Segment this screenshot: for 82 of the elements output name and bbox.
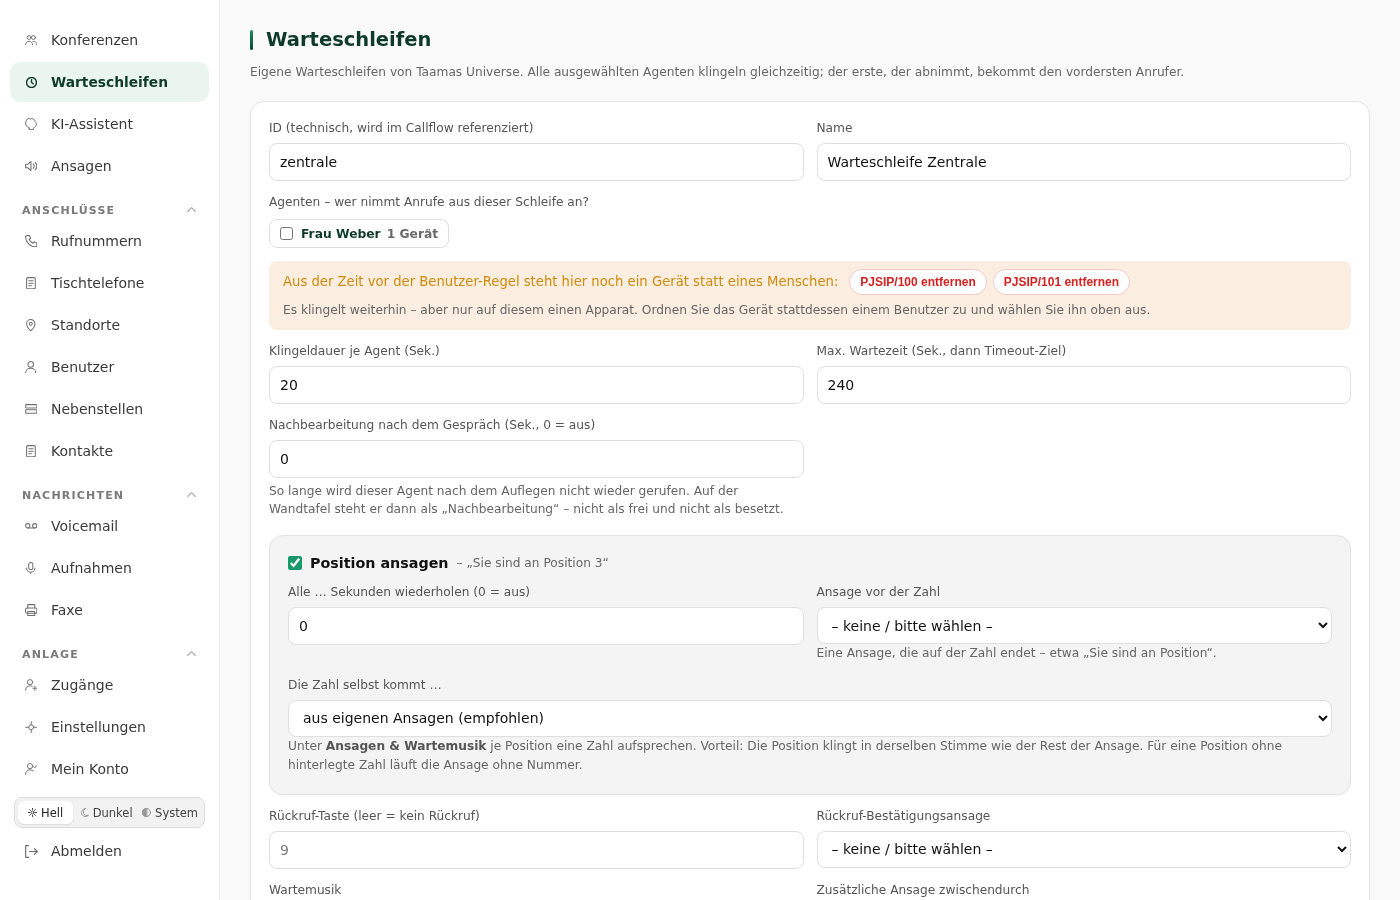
nav-item[interactable]: Voicemail <box>10 506 209 546</box>
people-icon <box>24 34 38 46</box>
user-check-icon <box>24 763 38 775</box>
warning-detail: Es klingelt weiterhin – aber nur auf diesem einen Apparat. Ordnen Sie das Gerät stattdessen einem Benutzer zu und wählen Sie ihn oben aus. <box>283 302 1152 319</box>
agent-chip[interactable]: Frau Weber 1 Gerät <box>269 219 450 248</box>
dropdown[interactable]: – keine / bitte wählen – <box>816 607 1332 644</box>
field-label: Zusätzliche Ansage zwischendurch <box>816 881 1031 898</box>
nav-item[interactable]: Nebenstellen <box>10 389 209 429</box>
agent-name: Frau Weber <box>301 226 381 241</box>
voicemail-icon <box>24 523 38 529</box>
field-label: Agenten – wer nimmt Anrufe aus dieser Schleife an? <box>269 194 590 210</box>
sun-icon <box>28 808 37 817</box>
panel-note: – „Sie sind an Position 3“ <box>456 556 609 570</box>
field-hint: Unter Ansagen & Wartemusik je Position eine Zahl aufsprechen. Vorteil: Die Position klingt in derselben Stimme wie der Rest der Ansage. Für eine Position ohne hinterlegte Zahl läuft die Ansage ohne Nummer. <box>288 737 1283 774</box>
clock-icon <box>25 76 37 88</box>
nav-item[interactable]: Kontakte <box>10 431 209 471</box>
page-title: Warteschleifen <box>266 28 432 52</box>
checkbox[interactable] <box>280 227 293 240</box>
field-hint: So lange wird dieser Agent nach dem Auflegen nicht wieder gerufen. Auf der Wandtafel steht er dann als „Nachbearbeitung“ – nicht als frei und nicht als besetzt. <box>269 483 785 518</box>
logout-icon <box>24 844 38 858</box>
warning-text: Aus der Zeit vor der Benutzer-Regel steht hier noch ein Gerät statt eines Menschen: <box>283 273 839 291</box>
text-input[interactable]: 9 <box>269 830 804 869</box>
field-label: Ansage vor der Zahl <box>816 584 942 600</box>
text-input[interactable]: 20 <box>269 366 804 404</box>
nav-item[interactable]: Ansagen <box>10 146 209 186</box>
nav-item[interactable]: Standorte <box>10 305 209 345</box>
nav-item[interactable]: Rufnummern <box>10 221 209 261</box>
dropdown[interactable]: – keine / bitte wählen – <box>816 830 1351 868</box>
page-subtitle: Eigene Warteschleifen von Taamas Universe. Alle ausgewählten Agenten klingeln gleichzeitig; der erste, der abnimmt, bekommt den vordersten Anrufer. <box>250 64 1186 80</box>
field-label: Klingeldauer je Agent (Sek.) <box>269 343 441 359</box>
panel-title: Position ansagen <box>310 555 449 571</box>
field-label: Name <box>816 120 854 136</box>
nav-item[interactable]: Benutzer <box>10 347 209 387</box>
microphone-icon <box>26 561 36 575</box>
document-icon <box>26 444 36 458</box>
device-count: 1 Gerät <box>386 226 439 241</box>
text-input[interactable]: 0 <box>288 607 804 645</box>
nav-item[interactable]: Zugänge <box>10 665 209 705</box>
nav-item[interactable]: Tischtelefone <box>10 263 209 303</box>
phone-icon <box>24 234 38 248</box>
document-icon <box>26 276 36 290</box>
crosshair-icon <box>24 720 38 734</box>
text-input[interactable]: Warteschleife Zentrale <box>816 143 1351 181</box>
field-label: Die Zahl selbst kommt … <box>288 676 443 693</box>
remove-button[interactable]: PJSIP/101 entfernen <box>992 269 1131 295</box>
checkbox[interactable] <box>288 556 302 570</box>
section-header[interactable]: ANSCHLÜSSE <box>10 202 209 218</box>
section-header[interactable]: NACHRICHTEN <box>10 487 209 503</box>
remove-button[interactable]: PJSIP/100 entfernen <box>849 269 987 295</box>
field-label: Nachbearbeitung nach dem Gespräch (Sek., 0 = aus) <box>269 417 597 433</box>
nav-item[interactable]: Konferenzen <box>10 20 209 60</box>
accent-bar <box>250 30 253 50</box>
nav-item[interactable]: Mein Konto <box>10 749 209 789</box>
moon-icon <box>79 808 89 817</box>
field-label: Alle … Sekunden wiederholen (0 = aus) <box>288 584 532 600</box>
theme-option[interactable]: Dunkel <box>76 801 136 824</box>
section-header[interactable]: ANLAGE <box>10 646 209 662</box>
theme-option[interactable]: Hell <box>18 801 74 824</box>
theme-option[interactable]: System <box>139 801 201 824</box>
nav-item[interactable]: Faxe <box>10 590 209 630</box>
user-plus-icon <box>24 679 38 691</box>
field-label: Rückruf-Bestätigungsansage <box>816 807 992 824</box>
map-pin-icon <box>26 318 36 332</box>
field-label: Max. Wartezeit (Sek., dann Timeout-Ziel) <box>816 343 1068 359</box>
user-icon <box>25 360 37 374</box>
nav-item[interactable]: Warteschleifen <box>10 62 209 102</box>
text-input[interactable]: zentrale <box>269 143 804 181</box>
logout-link[interactable]: Abmelden <box>10 831 209 871</box>
field-label: Wartemusik <box>269 881 343 898</box>
field-label: ID (technisch, wird im Callflow referenziert) <box>269 120 535 136</box>
field-hint: Eine Ansage, die auf der Zahl endet – etwa „Sie sind an Position“. <box>816 645 1218 662</box>
text-input[interactable]: 240 <box>816 366 1351 404</box>
text-input[interactable]: 0 <box>269 440 804 478</box>
printer-icon <box>24 603 38 617</box>
nav-item[interactable]: KI-Assistent <box>10 104 209 144</box>
cloud-icon <box>24 117 38 131</box>
nav-item[interactable]: Aufnahmen <box>10 548 209 588</box>
speaker-icon <box>24 160 38 172</box>
dropdown[interactable]: aus eigenen Ansagen (empfohlen) <box>288 699 1332 737</box>
server-icon <box>24 404 38 414</box>
nav-item[interactable]: Einstellungen <box>10 707 209 747</box>
field-label: Rückruf-Taste (leer = kein Rückruf) <box>269 807 481 824</box>
